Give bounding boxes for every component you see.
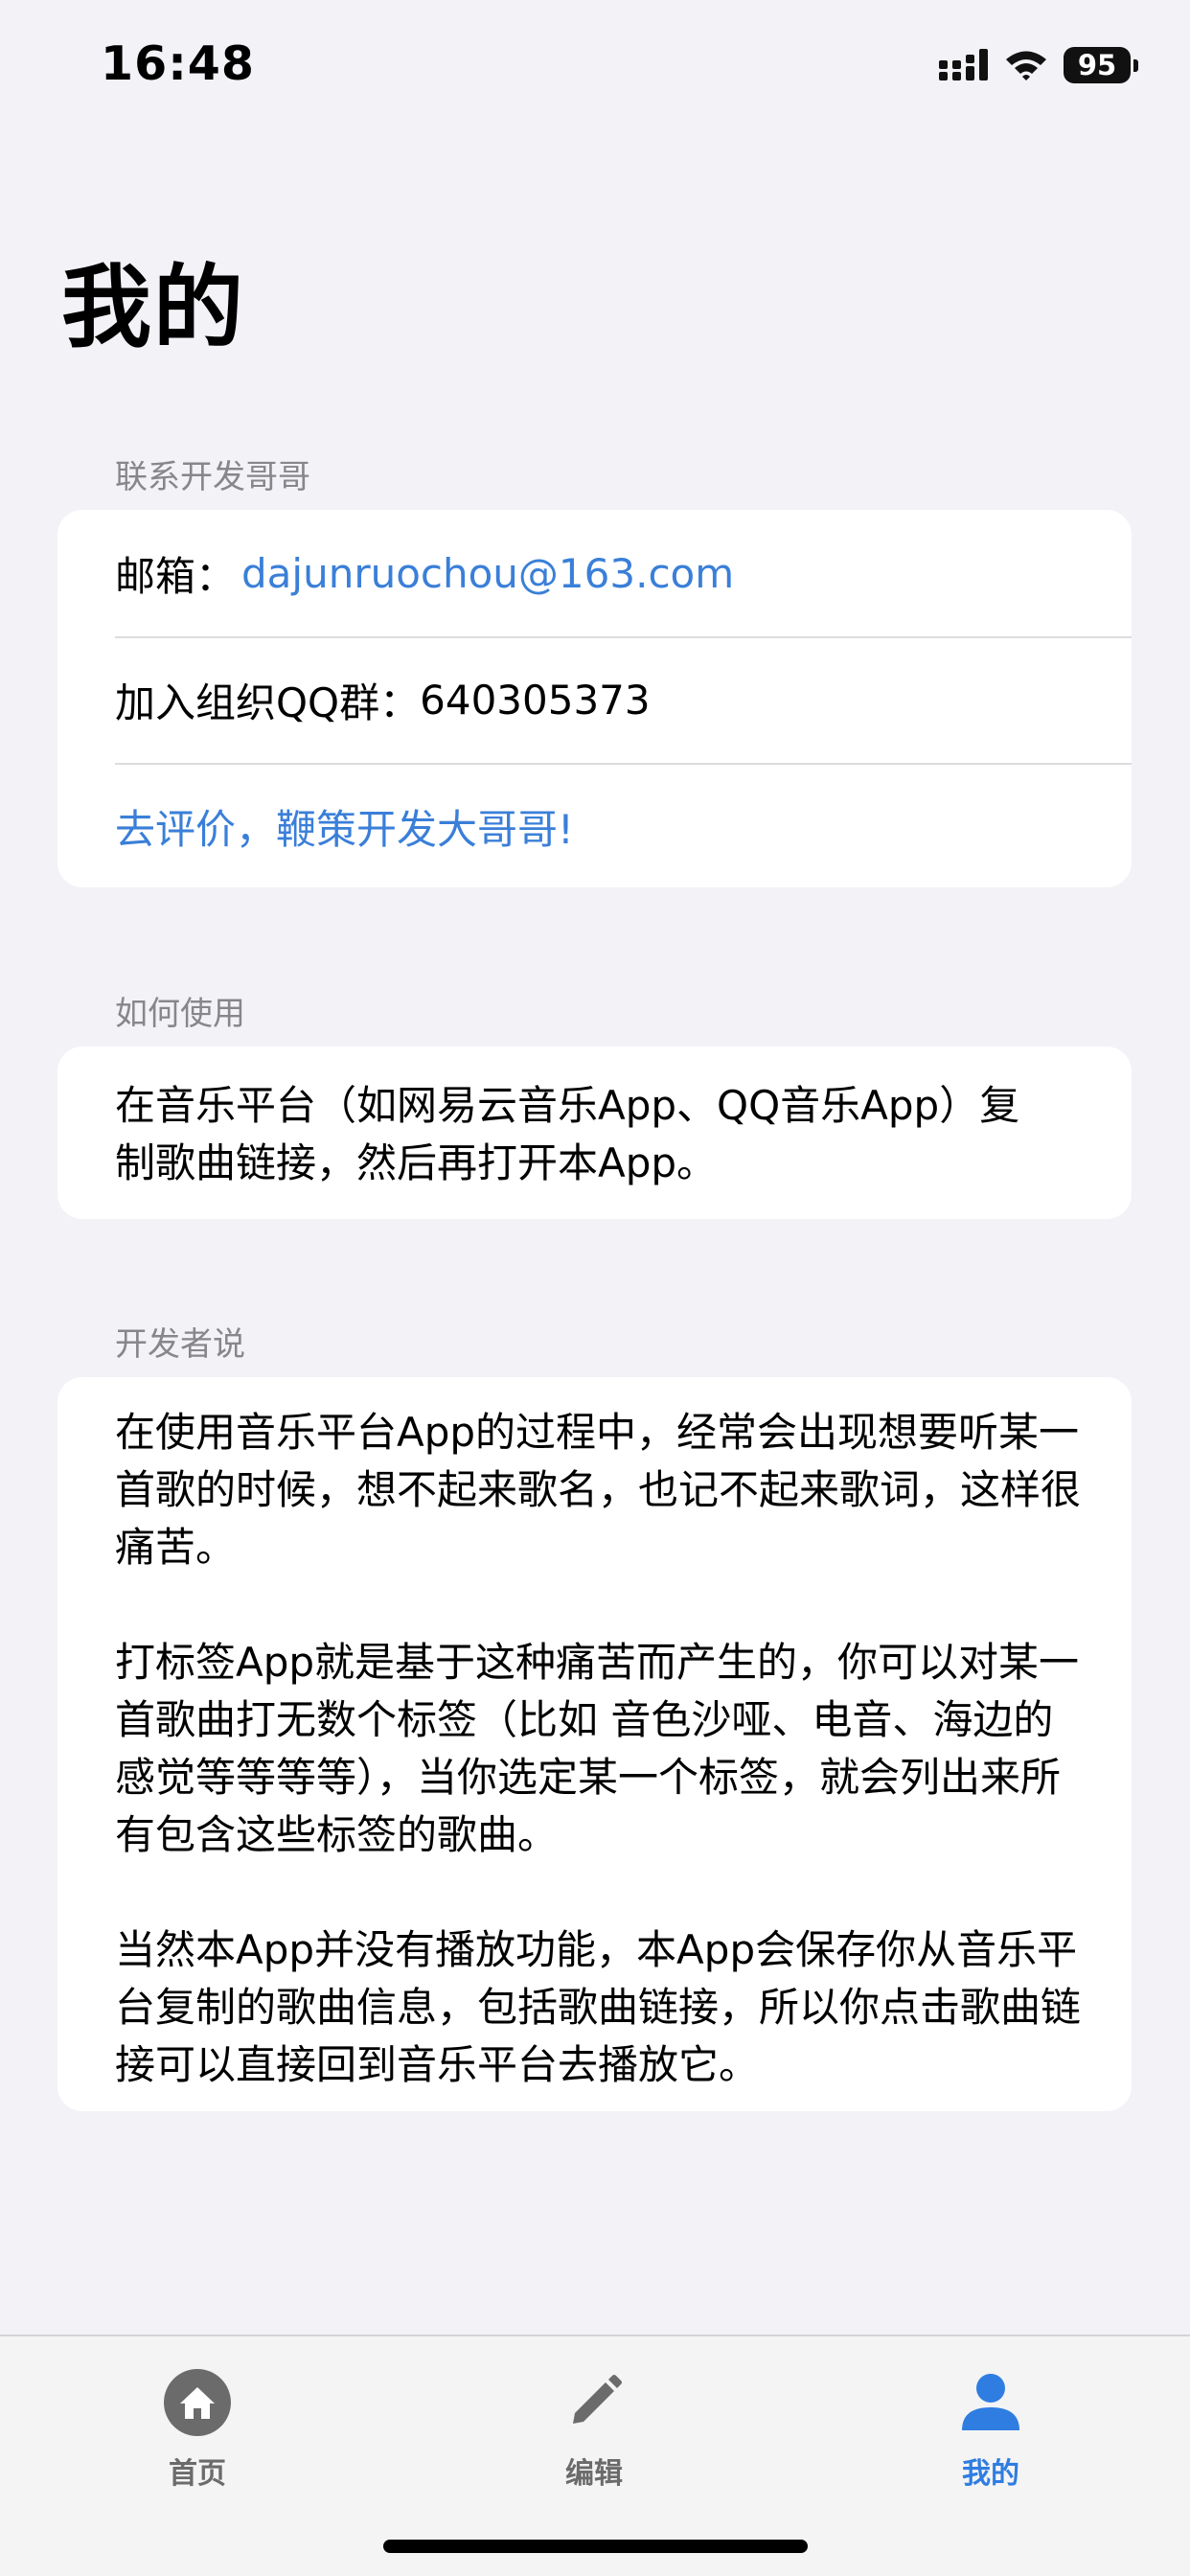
contact-card: 邮箱： dajunruochou@163.com 加入组织QQ群： 640305… [57,510,1132,887]
review-link[interactable]: 去评价，鞭策开发大哥哥! [115,797,574,856]
tab-mine[interactable]: 我的 [895,2359,1087,2492]
developer-paragraph-1: 在使用音乐平台App的过程中，经常会出现想要听某一首歌的时候，想不起来歌名，也记… [115,1409,1082,1571]
email-row: 邮箱： dajunruochou@163.com [57,510,1132,636]
signal-icon [939,49,988,80]
developer-paragraph-2: 打标签App就是基于这种痛苦而产生的，你可以对某一首歌曲打无数个标签（比如 音色… [115,1639,1080,1858]
pencil-icon [573,2375,622,2424]
tab-edit[interactable]: 编辑 [498,2359,690,2492]
qq-group-row: 加入组织QQ群： 640305373 [57,636,1132,763]
review-row[interactable]: 去评价，鞭策开发大哥哥! [57,763,1132,889]
usage-text: 在音乐平台（如网易云音乐App、QQ音乐App）复制歌曲链接，然后再打开本App… [115,1082,1020,1186]
usage-card: 在音乐平台（如网易云音乐App、QQ音乐App）复制歌曲链接，然后再打开本App… [57,1046,1132,1219]
status-icons: 95 [939,44,1138,86]
qq-number: 640305373 [420,676,651,724]
status-time: 16:48 [101,36,255,91]
email-link[interactable]: dajunruochou@163.com [241,550,734,597]
developer-card: 在使用音乐平台App的过程中，经常会出现想要听某一首歌的时候，想不起来歌名，也记… [57,1377,1132,2111]
home-indicator[interactable] [383,2540,808,2553]
tab-home[interactable]: 首页 [102,2359,293,2492]
section-header-contact: 联系开发哥哥 [115,458,310,496]
status-bar: 16:48 95 [0,0,1190,134]
section-header-usage: 如何使用 [115,995,245,1033]
page-title: 我的 [61,256,246,360]
tab-home-label: 首页 [169,2457,226,2491]
battery-icon: 95 [1064,47,1138,83]
qq-label: 加入组织QQ群： [115,678,421,726]
developer-paragraph-3: 当然本App并没有播放功能，本App会保存你从音乐平台复制的歌曲信息，包括歌曲链… [115,1926,1082,2088]
wifi-icon [1006,51,1046,80]
person-icon [962,2374,1019,2430]
email-label: 邮箱： [115,552,237,600]
tab-mine-label: 我的 [962,2457,1019,2491]
section-header-developer: 开发者说 [115,1325,245,1364]
home-icon [164,2369,231,2436]
tab-edit-label: 编辑 [565,2457,623,2491]
